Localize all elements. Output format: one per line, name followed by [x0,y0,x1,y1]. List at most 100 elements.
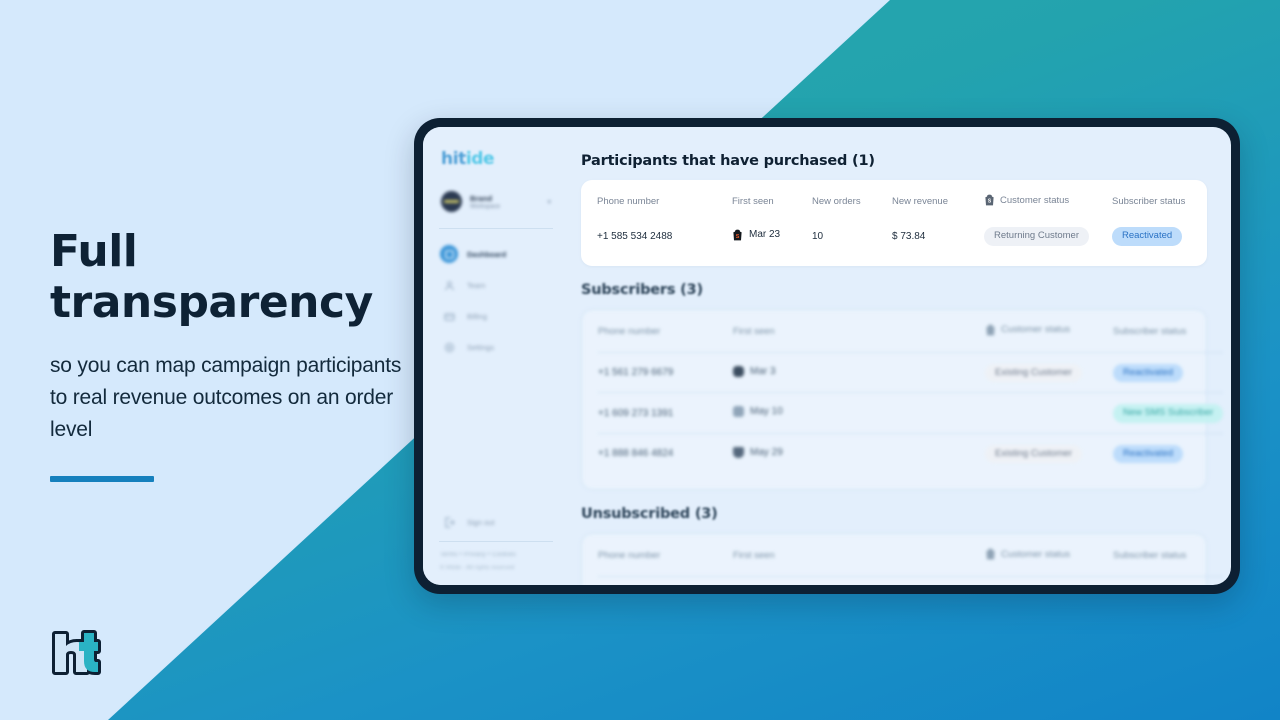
column-header[interactable]: S Customer status [984,194,1112,222]
column-header [893,324,985,353]
column-header[interactable]: Subscriber status [1112,194,1222,222]
status-badge: Returning Customer [984,227,1090,246]
status-badge: Reactivated [1113,363,1184,382]
column-header-label: Customer status [1001,548,1071,560]
sidebar-item-label: Settings [467,342,495,352]
column-header[interactable]: New orders [812,194,892,222]
column-header[interactable]: Subscriber status [1113,548,1223,577]
first-seen-label: Mar 3 [750,365,776,377]
cell-new-revenue: $ 73.84 [892,230,926,242]
sidebar: hitide Brand Workspace ▾ Dashboard Team … [423,127,569,585]
table-header-row: Phone number First seen New orders New r… [597,194,1222,222]
sidebar-item-dashboard[interactable]: Dashboard [437,243,555,265]
first-seen-label: May 29 [750,446,783,458]
column-header[interactable]: First seen [733,548,813,577]
workspace-name: Brand [470,193,493,203]
app-logo[interactable]: hitide [441,149,555,169]
cell-phone-number: +1 888 846 4824 [598,432,733,473]
section-unsubscribed: Unsubscribed (3) Phone number First seen [581,506,1223,585]
sign-out-label: Sign out [467,517,495,527]
section-subscribers: Subscribers (3) Phone number First seen [581,282,1224,490]
cell-new-orders: 10 [812,230,824,242]
shopify-icon [986,548,995,560]
participants-table: Phone number First seen New orders New r… [597,194,1222,250]
sidebar-item-team[interactable]: Team [437,274,555,296]
cell-first-seen: May 10 [733,576,813,585]
sidebar-item-label: Billing [467,311,488,321]
chevron-down-icon[interactable]: ▾ [547,198,551,206]
footer-links[interactable]: Terms • Privacy • Cookies [440,552,555,558]
column-header[interactable]: First seen [732,194,812,222]
app-screen: hitide Brand Workspace ▾ Dashboard Team … [423,127,1231,585]
sidebar-item-settings[interactable]: Settings [437,336,555,358]
ht-logo-icon [52,630,101,675]
headline-line-2: transparency [50,277,373,329]
column-header[interactable]: Customer status [985,548,1113,577]
cell-first-seen: May 29 [733,432,813,473]
column-header [893,548,985,577]
table-card: Phone number First seen Customer status … [581,308,1224,490]
sidebar-item-label: Dashboard [467,249,507,259]
section-title: Participants that have purchased (1) [581,153,875,169]
cell-phone-number: +1 555 555 5555 [598,576,733,585]
status-badge: Reactivated [1113,444,1184,463]
promo-copy: Full transparency so you can map campaig… [50,226,410,482]
instagram-icon [733,406,744,418]
billing-icon [440,307,458,325]
accent-rule [50,475,154,482]
sidebar-footer-divider [439,541,553,542]
table-row[interactable]: +1 888 846 4824 May 29 Existing Customer [598,432,1223,473]
cell-phone-number: +1 561 279 6679 [598,351,733,393]
sidebar-item-label: Team [467,280,486,290]
first-seen-label: Mar 23 [749,229,781,241]
shopify-icon: S [985,194,994,206]
cell-first-seen: S Mar 23 [732,222,812,250]
signout-icon [440,513,458,531]
column-header[interactable]: Phone number [597,194,732,222]
device-frame: hitide Brand Workspace ▾ Dashboard Team … [414,118,1240,594]
cell-subscriber-status: New SMS Subscriber [1113,392,1224,433]
sign-out-button[interactable]: Sign out [437,511,555,533]
table-card: Phone number First seen New orders New r… [581,180,1207,266]
column-header-label: Customer status [1001,324,1071,335]
cell-subscriber-status: Reactivated [1113,432,1223,473]
sidebar-item-billing[interactable]: Billing [437,305,555,327]
cell-customer-status: Returning Customer [984,222,1112,250]
subscribers-table: Phone number First seen Customer status … [598,324,1224,473]
klaviyo-icon [733,365,744,377]
shopify-icon: S [733,229,742,241]
sidebar-nav: Dashboard Team Billing Settings [437,243,555,358]
shopify-icon [986,324,995,335]
column-header[interactable]: Subscriber status [1113,324,1223,353]
dashboard-icon [440,245,458,263]
column-header [813,324,893,353]
column-header[interactable]: Customer status [985,324,1113,353]
cell-customer-status: Existing Customer [985,432,1113,473]
app-logo-part2: ide [465,149,495,169]
status-badge: Existing Customer [985,363,1083,382]
cell-phone-number: +1 585 534 2488 [597,230,673,242]
footer-copyright: © Hitide - All rights reserved [440,565,515,571]
status-badge: Existing Customer [985,444,1083,463]
cell-first-seen: May 10 [733,392,813,433]
column-header[interactable]: Phone number [598,324,733,353]
workspace-switcher[interactable]: Brand Workspace ▾ [437,189,555,214]
column-header[interactable]: First seen [733,324,813,353]
table-header-row: Phone number First seen Customer status … [598,324,1223,353]
cell-customer-status: Existing Customer [985,351,1113,393]
table-row[interactable]: +1 585 534 2488 S Mar 23 10 $ 73.84 Retu… [597,222,1222,250]
workspace-subtitle: Workspace [470,203,500,210]
sidebar-divider [439,228,553,229]
shopify-icon [733,446,744,458]
gear-icon [440,338,458,356]
table-row[interactable]: +1 609 273 1391 May 10 New SMS Subscribe… [598,392,1224,433]
workspace-text: Brand Workspace [470,194,539,210]
main-content: Participants that have purchased (1) Pho… [569,127,1231,585]
column-header[interactable]: Phone number [598,548,733,577]
slide-canvas: Full transparency so you can map campaig… [0,0,1280,720]
column-header[interactable]: New revenue [892,194,984,222]
table-row[interactable]: +1 561 279 6679 Mar 3 Existing Customer [598,351,1223,393]
section-title: Unsubscribed (3) [581,506,718,522]
table-row[interactable]: +1 555 555 5555 May 10 Existing Customer [598,576,1223,585]
